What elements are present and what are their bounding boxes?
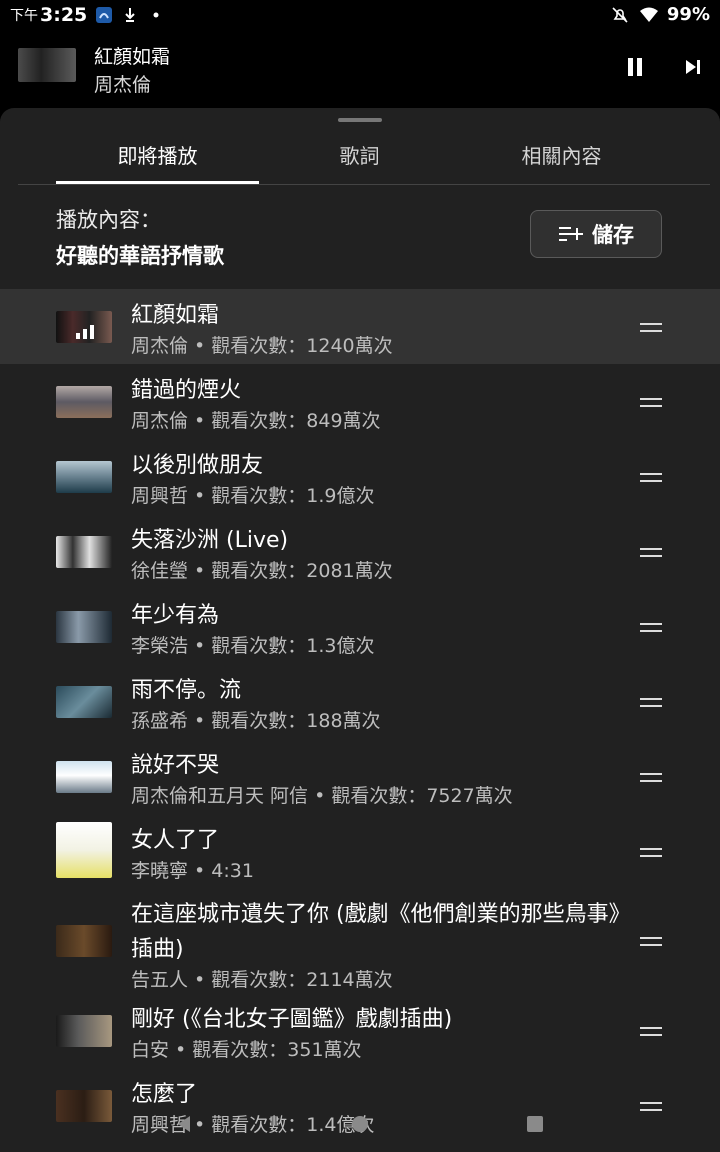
video-thumbnail <box>56 611 112 643</box>
item-title: 在這座城市遺失了你 (戲劇《他們創業的那些鳥事》插曲) <box>131 902 631 962</box>
video-thumbnail <box>56 822 112 878</box>
item-meta: 周杰倫和五月天 阿信 • 觀看次數：7527萬次 <box>131 785 513 807</box>
queue-item[interactable]: 雨不停。流 孫盛希 • 觀看次數：188萬次 <box>0 664 720 739</box>
video-thumbnail <box>56 536 112 568</box>
item-meta: 周杰倫 • 觀看次數：849萬次 <box>131 410 381 432</box>
system-nav-bar <box>0 1108 720 1138</box>
item-title: 以後別做朋友 <box>131 453 264 478</box>
skip-next-icon[interactable] <box>684 58 702 76</box>
queue-sheet: 即將播放 歌詞 相關內容 播放內容： 好聽的華語抒情歌 儲存 紅顏如霜 周杰倫 … <box>0 108 720 1152</box>
dot-icon <box>147 6 165 24</box>
item-meta: 周杰倫 • 觀看次數：1240萬次 <box>131 335 393 357</box>
tab-bar: 即將播放 歌詞 相關內容 <box>18 136 710 185</box>
mini-player-artist: 周杰倫 <box>94 74 152 96</box>
drag-reorder-icon[interactable] <box>640 398 662 407</box>
item-meta: 李曉寧 • 4:31 <box>131 860 254 882</box>
back-icon[interactable] <box>178 1116 190 1132</box>
queue-item[interactable]: 年少有為 李榮浩 • 觀看次數：1.3億次 <box>0 589 720 664</box>
home-icon[interactable] <box>352 1116 368 1132</box>
item-title: 失落沙洲 (Live) <box>131 528 289 553</box>
queue-item[interactable]: 在這座城市遺失了你 (戲劇《他們創業的那些鳥事》插曲) 告五人 • 觀看次數：2… <box>0 889 720 993</box>
recent-apps-icon[interactable] <box>527 1116 543 1132</box>
battery-percent: 99% <box>666 4 710 25</box>
queue-item[interactable]: 說好不哭 周杰倫和五月天 阿信 • 觀看次數：7527萬次 <box>0 739 720 814</box>
item-title: 剛好 (《台北女子圖鑑》戲劇插曲) <box>131 1007 453 1032</box>
queue-item[interactable]: 以後別做朋友 周興哲 • 觀看次數：1.9億次 <box>0 439 720 514</box>
queue-item[interactable]: 錯過的煙火 周杰倫 • 觀看次數：849萬次 <box>0 364 720 439</box>
queue-item[interactable]: 紅顏如霜 周杰倫 • 觀看次數：1240萬次 <box>0 289 720 364</box>
mini-player-thumbnail <box>18 48 76 82</box>
tab-underline <box>56 181 259 184</box>
queue-list: 紅顏如霜 周杰倫 • 觀看次數：1240萬次 錯過的煙火 周杰倫 • 觀看次數：… <box>0 289 720 1152</box>
item-meta: 周興哲 • 觀看次數：1.9億次 <box>131 485 375 507</box>
queue-item[interactable]: 女人了了 李曉寧 • 4:31 <box>0 814 720 889</box>
item-meta: 李榮浩 • 觀看次數：1.3億次 <box>131 635 375 657</box>
video-thumbnail <box>56 1015 112 1047</box>
item-title: 錯過的煙火 <box>131 378 242 403</box>
playlist-name: 好聽的華語抒情歌 <box>56 244 224 268</box>
download-icon <box>121 6 139 24</box>
drag-reorder-icon[interactable] <box>640 323 662 332</box>
tab-lyrics[interactable]: 歌詞 <box>258 136 461 184</box>
status-time: 3:25 <box>40 4 88 26</box>
drag-handle[interactable] <box>338 118 382 122</box>
item-title: 紅顏如霜 <box>131 303 220 328</box>
drag-reorder-icon[interactable] <box>640 773 662 782</box>
drag-reorder-icon[interactable] <box>640 473 662 482</box>
drag-reorder-icon[interactable] <box>640 698 662 707</box>
drag-reorder-icon[interactable] <box>640 623 662 632</box>
video-thumbnail <box>56 311 112 343</box>
video-thumbnail <box>56 761 112 793</box>
save-button[interactable]: 儲存 <box>530 210 662 258</box>
add-to-playlist-icon <box>558 225 584 243</box>
queue-item[interactable]: 剛好 (《台北女子圖鑑》戲劇插曲) 白安 • 觀看次數：351萬次 <box>0 993 720 1068</box>
item-meta: 徐佳瑩 • 觀看次數：2081萬次 <box>131 560 393 582</box>
now-playing-icon <box>76 325 94 339</box>
item-title: 女人了了 <box>131 828 220 853</box>
drag-reorder-icon[interactable] <box>640 937 662 946</box>
drag-reorder-icon[interactable] <box>640 848 662 857</box>
pause-icon[interactable] <box>626 58 644 76</box>
video-thumbnail <box>56 461 112 493</box>
item-meta: 白安 • 觀看次數：351萬次 <box>131 1039 362 1061</box>
tab-up-next[interactable]: 即將播放 <box>56 136 259 184</box>
item-title: 年少有為 <box>131 603 220 628</box>
item-meta: 告五人 • 觀看次數：2114萬次 <box>131 969 393 991</box>
queue-item[interactable]: 失落沙洲 (Live) 徐佳瑩 • 觀看次數：2081萬次 <box>0 514 720 589</box>
video-thumbnail <box>56 386 112 418</box>
item-title: 說好不哭 <box>131 753 220 778</box>
drag-reorder-icon[interactable] <box>640 1027 662 1036</box>
app-notification-icon <box>95 6 113 24</box>
item-title: 怎麼了 <box>131 1082 198 1107</box>
tab-related[interactable]: 相關內容 <box>460 136 663 184</box>
drag-reorder-icon[interactable] <box>640 548 662 557</box>
video-thumbnail <box>56 686 112 718</box>
mini-player-title: 紅顏如霜 <box>94 46 171 68</box>
item-meta: 孫盛希 • 觀看次數：188萬次 <box>131 710 381 732</box>
playlist-label: 播放內容： <box>56 208 161 232</box>
video-thumbnail <box>56 925 112 957</box>
item-title: 雨不停。流 <box>131 678 242 703</box>
status-bar: 下午 3:25 99% <box>0 0 720 30</box>
save-label: 儲存 <box>592 223 634 247</box>
mini-player[interactable]: 紅顏如霜 周杰倫 <box>0 36 720 100</box>
mute-icon <box>611 6 629 24</box>
wifi-icon <box>639 6 658 24</box>
status-time-prefix: 下午 <box>10 8 38 24</box>
